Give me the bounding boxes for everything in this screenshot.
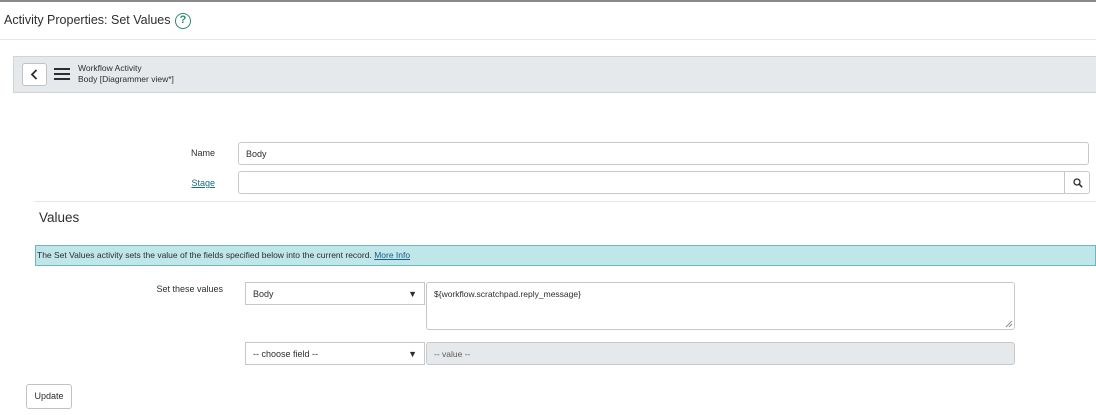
field-select-2[interactable]: -- choose field -- ▼ [245,342,425,365]
section-divider [34,201,1096,202]
stage-lookup-button[interactable] [1064,171,1090,194]
form-header-titles: Workflow Activity Body [Diagrammer view*… [78,63,174,84]
hamburger-menu-icon[interactable] [54,68,70,81]
values-section-title: Values [39,210,80,225]
form-table-label: Workflow Activity [78,63,142,73]
search-icon [1073,178,1083,188]
name-input[interactable]: Body [238,142,1089,165]
info-banner-text: The Set Values activity sets the value o… [37,250,372,260]
help-icon[interactable]: ? [175,13,191,29]
resize-handle-icon[interactable] [1005,320,1013,328]
stage-label[interactable]: Stage [150,178,215,188]
info-banner: The Set Values activity sets the value o… [35,245,1096,266]
form-record-label: Body [Diagrammer view*] [78,73,174,84]
field-select-1-value: Body [253,289,274,299]
update-button[interactable]: Update [26,384,72,409]
set-values-label: Set these values [156,284,223,294]
value-textarea-1-text: ${workflow.scratchpad.reply_message} [434,289,581,299]
value-input-2-placeholder: -- value -- [434,349,471,359]
stage-link[interactable]: Stage [191,178,215,188]
chevron-left-icon [30,69,38,80]
caret-down-icon: ▼ [408,289,417,299]
field-select-2-value: -- choose field -- [253,349,319,359]
name-label: Name [190,148,215,158]
caret-down-icon: ▼ [408,349,417,359]
page-header: Activity Properties: Set Values ? [0,2,1096,40]
page-title: Activity Properties: Set Values [4,13,171,27]
field-select-1[interactable]: Body ▼ [245,282,425,305]
form-header: Workflow Activity Body [Diagrammer view*… [13,56,1096,93]
more-info-link[interactable]: More Info [374,250,410,260]
back-button[interactable] [22,63,47,86]
stage-input[interactable] [238,171,1065,194]
value-textarea-1[interactable]: ${workflow.scratchpad.reply_message} [426,282,1015,330]
value-input-2: -- value -- [426,342,1015,365]
